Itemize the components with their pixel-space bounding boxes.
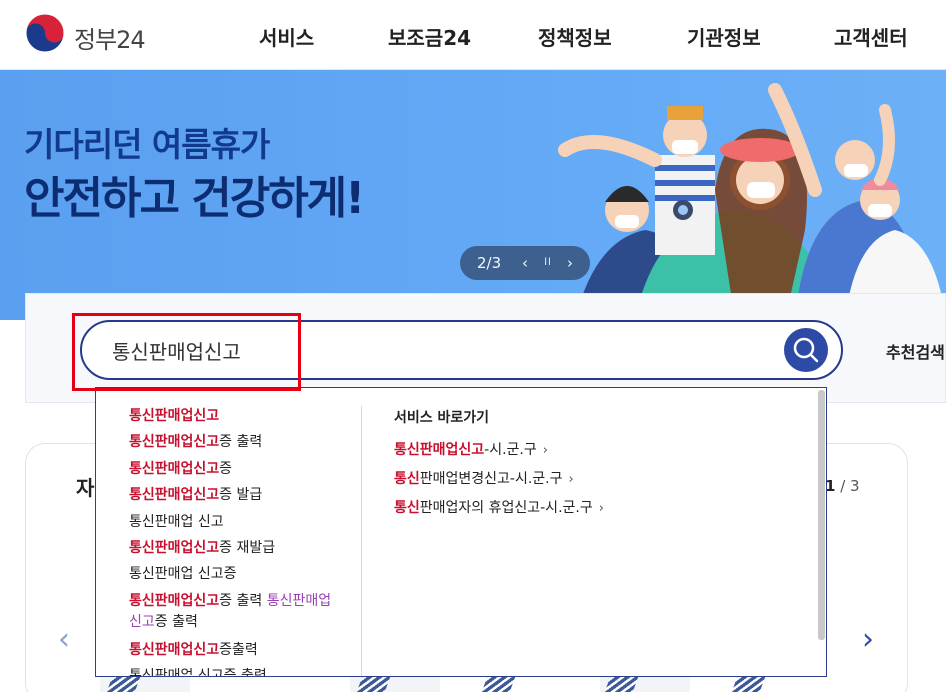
hero-banner[interactable]: 기다리던 여름휴가 안전하고 건강하게! 2/3 ‹ ll ›	[0, 70, 946, 320]
logo-text: 정부24	[74, 26, 146, 54]
nav-agency-info[interactable]: 기관정보	[687, 22, 761, 51]
service-link-rest: -시.군.구	[484, 442, 537, 458]
suggestion-list: 통신판매업신고 통신판매업신고증 출력 통신판매업신고증 통신판매업신고증 발급…	[96, 388, 361, 677]
gov24-logo[interactable]: 정부24	[24, 12, 152, 56]
suggestion-match: 통신판매업신고	[129, 540, 220, 556]
carousel-prev-icon[interactable]: ‹	[52, 622, 76, 658]
suggestion-match: 통신판매업신고	[129, 642, 220, 658]
nav-customer-center[interactable]: 고객센터	[834, 22, 908, 51]
chevron-right-icon: ›	[598, 501, 604, 516]
suggestion-rest: 증 출력	[219, 434, 263, 450]
banner-pager: 2/3 ‹ ll ›	[460, 246, 590, 280]
banner-pause-icon[interactable]: ll	[537, 250, 559, 276]
service-link-rest: 판매업변경신고-시.군.구	[419, 471, 563, 487]
nav-subsidy24[interactable]: 보조금24	[388, 22, 471, 51]
suggestion-item[interactable]: 통신판매업신고증 출력 통신판매업	[129, 590, 331, 610]
service-shortcut-link[interactable]: 통신판매업자의 휴업신고-시.군.구 ›	[394, 497, 604, 517]
suggestion-item[interactable]: 통신판매업 신고증 출력	[129, 665, 267, 677]
site-header: 정부24 서비스 보조금24 정책정보 기관정보 고객센터	[0, 0, 946, 70]
chevron-right-icon: ›	[568, 472, 574, 487]
suggestion-match: 통신판매업신고	[129, 408, 220, 424]
card-page-total: / 3	[840, 477, 860, 495]
suggestion-item[interactable]: 통신판매업신고증출력	[129, 639, 258, 659]
nav-policy-info[interactable]: 정책정보	[538, 22, 612, 51]
search-icon	[793, 337, 819, 363]
autocomplete-dropdown: 통신판매업신고 통신판매업신고증 출력 통신판매업신고증 통신판매업신고증 발급…	[95, 387, 827, 677]
suggestion-match: 통신판매업신고	[129, 461, 220, 477]
suggestion-rest: 증 재발급	[219, 540, 276, 556]
service-shortcut-title: 서비스 바로가기	[394, 410, 490, 426]
annotation-highlight-box	[72, 313, 301, 391]
section-title: 자	[76, 476, 95, 500]
taegeuk-logo-icon	[25, 13, 65, 53]
carousel-next-icon[interactable]: ›	[856, 622, 880, 658]
suggestion-item[interactable]: 통신판매업 신고	[129, 511, 224, 531]
suggestion-item[interactable]: 통신판매업신고증	[129, 458, 232, 478]
service-link-rest: 판매업자의 휴업신고-시.군.구	[419, 500, 593, 516]
banner-prev-icon[interactable]: ‹	[514, 250, 536, 276]
banner-page-indicator: 2/3	[477, 254, 502, 272]
suggestion-item-continued[interactable]: 신고증 출력	[129, 611, 198, 631]
suggestion-rest: 증	[219, 461, 233, 477]
card-page-count: 1 / 3	[825, 477, 860, 495]
suggestion-item[interactable]: 통신판매업신고증 발급	[129, 484, 262, 504]
dropdown-scrollbar[interactable]	[818, 390, 825, 640]
vacation-illustration	[558, 83, 946, 320]
chevron-right-icon: ›	[542, 443, 548, 458]
suggestion-match-secondary: 신고	[129, 614, 155, 630]
service-shortcut-link[interactable]: 통신판매업변경신고-시.군.구 ›	[394, 468, 574, 488]
suggestion-rest: 통신판매업 신고증 출력	[129, 668, 267, 677]
service-link-match: 통신판매업신고	[394, 442, 485, 458]
search-button[interactable]	[784, 328, 828, 372]
suggestion-rest: 증 발급	[219, 487, 263, 503]
suggestion-item[interactable]: 통신판매업 신고증	[129, 563, 237, 583]
suggestion-rest: 통신판매업 신고	[129, 514, 224, 530]
suggestion-match-secondary: 통신판매업	[266, 593, 332, 609]
service-link-match: 통신	[394, 500, 420, 516]
suggestion-item[interactable]: 통신판매업신고	[129, 405, 219, 425]
service-link-match: 통신	[394, 471, 420, 487]
suggestion-match: 통신판매업신고	[129, 434, 220, 450]
suggestion-rest: 증 출력	[219, 593, 267, 609]
suggestion-rest: 증출력	[219, 642, 258, 658]
suggestion-rest: 증 출력	[154, 614, 198, 630]
dropdown-divider	[361, 406, 362, 676]
recommended-search-label[interactable]: 추천검색	[886, 339, 945, 363]
banner-headline-1: 기다리던 여름휴가	[24, 125, 270, 164]
suggestion-match: 통신판매업신고	[129, 487, 220, 503]
banner-headline-2: 안전하고 건강하게!	[24, 173, 365, 224]
suggestion-item[interactable]: 통신판매업신고증 재발급	[129, 537, 275, 557]
nav-services[interactable]: 서비스	[259, 22, 314, 51]
suggestion-item[interactable]: 통신판매업신고증 출력	[129, 431, 262, 451]
banner-next-icon[interactable]: ›	[559, 250, 581, 276]
suggestion-rest: 통신판매업 신고증	[129, 566, 237, 582]
suggestion-match: 통신판매업신고	[129, 593, 220, 609]
service-shortcut-link[interactable]: 통신판매업신고-시.군.구 ›	[394, 439, 548, 459]
